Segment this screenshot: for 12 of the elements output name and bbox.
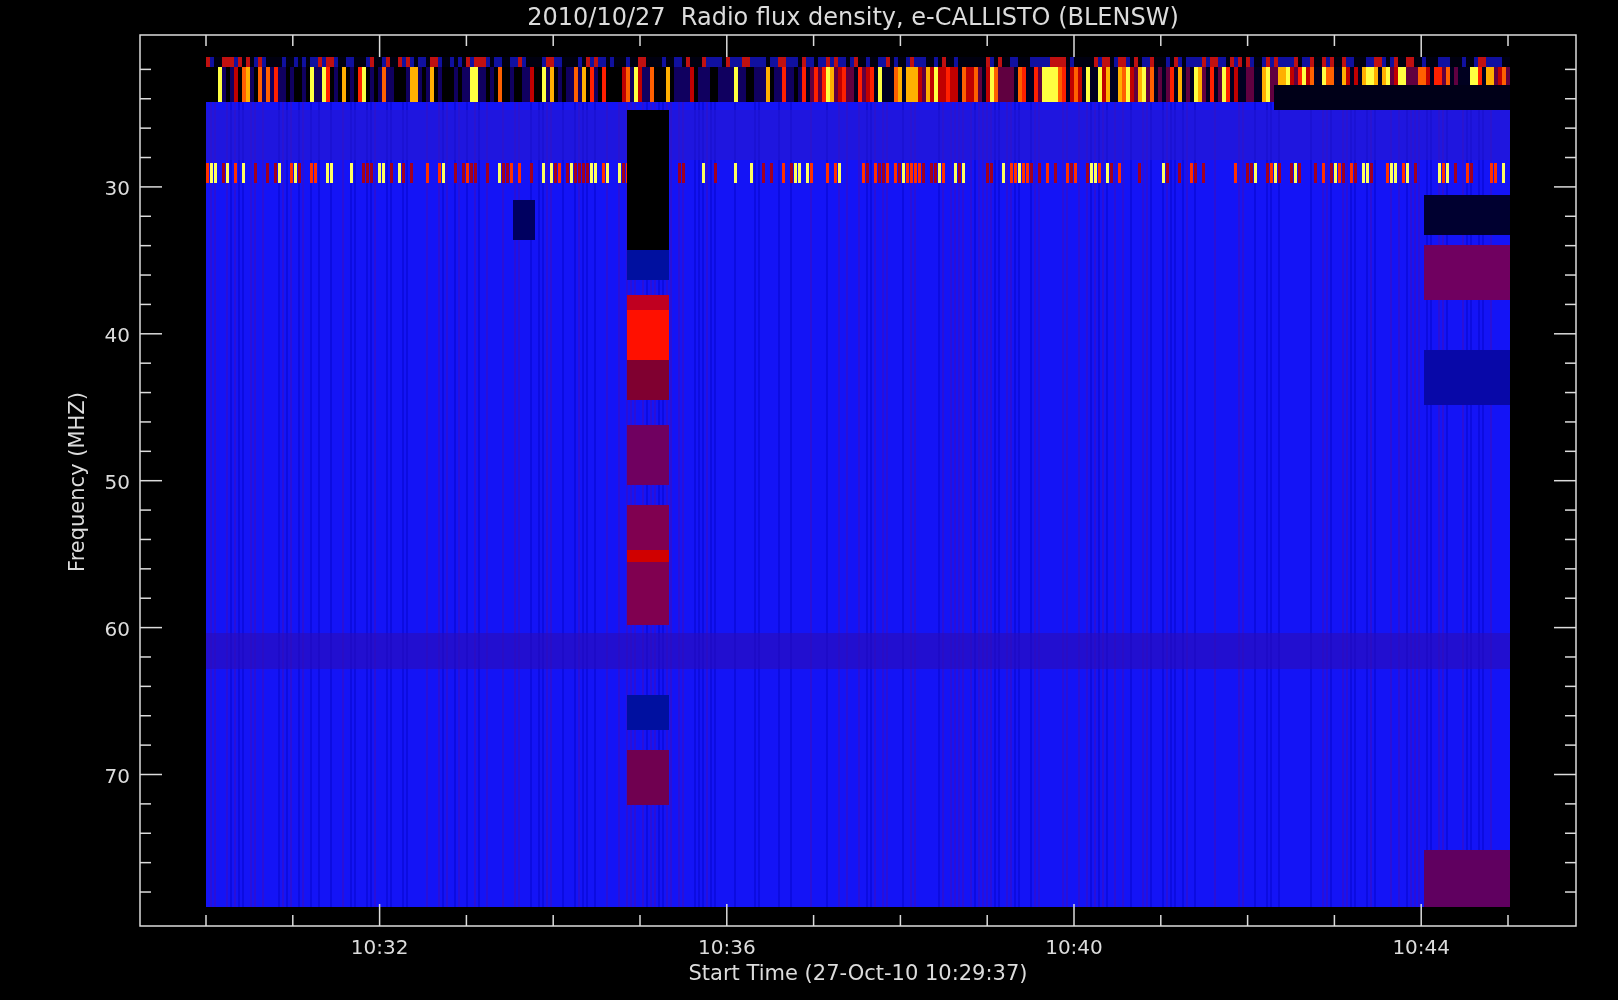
chart-title: 2010/10/27 Radio flux density, e-CALLISTO (BLENSW) <box>527 3 1179 31</box>
axis-title: Start Time (27-Oct-10 10:29:37) <box>688 961 1028 985</box>
tick-label: 10:44 <box>1392 935 1450 959</box>
tick-label: 10:40 <box>1045 935 1103 959</box>
axis-title: Frequency (MHZ) <box>65 392 89 572</box>
tick-label: 50 <box>104 469 130 494</box>
tick-label: 10:32 <box>350 935 409 959</box>
tick-label: 60 <box>104 616 130 641</box>
tick-label: 70 <box>104 763 130 788</box>
tick-label: 40 <box>104 322 130 347</box>
tick-label: 10:36 <box>698 935 756 959</box>
tick-label: 30 <box>104 175 130 200</box>
